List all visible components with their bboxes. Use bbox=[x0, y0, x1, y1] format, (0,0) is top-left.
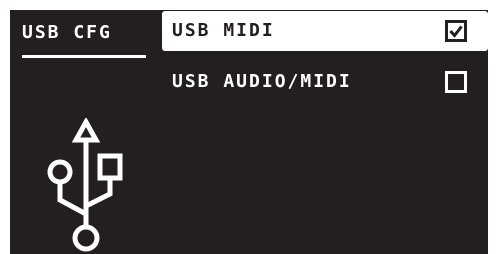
menu-item-usb-midi[interactable]: USB MIDI bbox=[162, 11, 488, 51]
checkbox-unchecked-icon[interactable] bbox=[445, 71, 467, 93]
page-title: USB CFG bbox=[22, 22, 112, 43]
checkbox-checked-icon[interactable] bbox=[445, 20, 467, 42]
usb-icon bbox=[47, 118, 123, 252]
usb-config-screen: USB CFG USB MIDI USB AUDIO/MIDI bbox=[10, 10, 488, 254]
menu-item-label: USB AUDIO/MIDI bbox=[172, 71, 352, 92]
menu-item-label: USB MIDI bbox=[172, 20, 275, 41]
menu-item-usb-audio-midi[interactable]: USB AUDIO/MIDI bbox=[162, 62, 488, 102]
title-underline bbox=[22, 55, 146, 58]
